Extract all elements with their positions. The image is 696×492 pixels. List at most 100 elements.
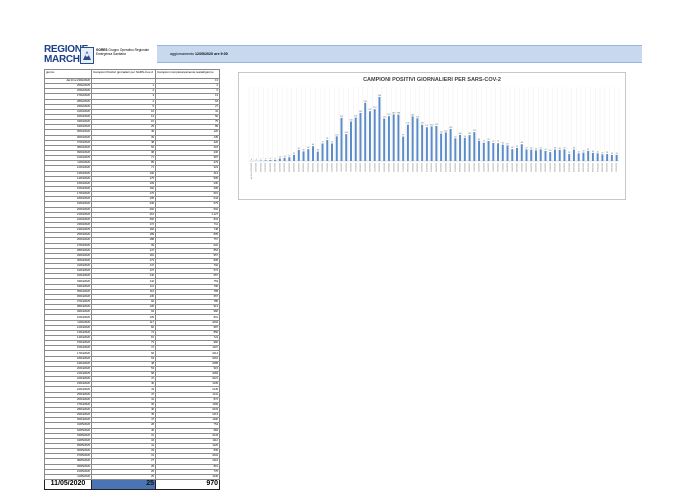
chart-bar — [563, 149, 566, 161]
chart-bar — [501, 144, 504, 161]
chart-bar — [440, 133, 443, 161]
x-tick-label: 11/04/2020 — [474, 163, 476, 172]
x-tick-label: 27/02/2020 — [265, 163, 267, 172]
x-tick-label: 07/04/2020 — [455, 163, 457, 172]
chart-bar — [340, 117, 343, 161]
x-tick-label: dal 20 al 23/02/2020 — [251, 163, 253, 179]
data-label: 25 — [611, 153, 613, 155]
x-tick-label: 26/04/2020 — [545, 163, 547, 172]
chart-bar — [383, 118, 386, 161]
header-date: giorno — [44, 69, 92, 79]
x-tick-label: 13/04/2020 — [483, 163, 485, 172]
chart-bar — [530, 149, 533, 161]
org-line-2: Emergenza Sanitaria — [96, 52, 126, 56]
x-tick-label: 05/05/2020 — [588, 163, 590, 172]
x-tick-label: 08/04/2020 — [460, 163, 462, 172]
data-label: 71 — [331, 141, 333, 143]
chart-bar — [406, 124, 409, 161]
x-tick-label: 10/03/2020 — [322, 163, 324, 172]
x-tick-label: 06/05/2020 — [593, 163, 595, 172]
x-tick-label: 14/03/2020 — [341, 163, 343, 172]
x-tick-label: 28/03/2020 — [408, 163, 410, 172]
data-label: 45 — [559, 148, 561, 150]
chart-bar — [269, 160, 272, 161]
x-tick-label: 14/04/2020 — [488, 163, 490, 172]
data-label: 85 — [326, 138, 328, 140]
chart-bar — [444, 132, 447, 161]
chart-bar — [421, 124, 424, 161]
chart-bar — [373, 109, 376, 161]
chart-bar — [568, 154, 571, 161]
x-tick-label: 22/04/2020 — [526, 163, 528, 172]
data-label: 176 — [354, 116, 357, 118]
chart-bar — [293, 154, 296, 161]
data-label: 46 — [573, 148, 575, 150]
chart-bar — [615, 154, 618, 161]
data-label: 66 — [502, 143, 504, 145]
data-label: 105 — [468, 133, 471, 135]
data-label: 13 — [284, 156, 286, 158]
update-banner — [157, 45, 642, 63]
data-label: 182 — [387, 114, 390, 116]
chart-bar — [582, 152, 585, 161]
chart-bar — [364, 102, 367, 161]
x-tick-label: 10/04/2020 — [469, 163, 471, 172]
x-tick-label: 29/03/2020 — [412, 163, 414, 172]
x-tick-label: 30/03/2020 — [417, 163, 419, 172]
x-tick-label: 06/03/2020 — [303, 163, 305, 172]
chart-bar — [520, 144, 523, 161]
data-label: 147 — [421, 123, 424, 125]
data-label: 36 — [549, 150, 551, 152]
chart-bar — [316, 151, 319, 161]
data-label: 175 — [340, 116, 343, 118]
x-tick-label: 21/03/2020 — [374, 163, 376, 172]
update-info: aggiornamento 12/05/2020 ore 9:00 — [170, 52, 228, 56]
x-tick-label: 23/04/2020 — [531, 163, 533, 172]
x-tick-label: 02/03/2020 — [284, 163, 286, 172]
x-tick-label: 01/04/2020 — [426, 163, 428, 172]
data-label: 74 — [483, 141, 485, 143]
x-tick-label: 21/04/2020 — [521, 163, 523, 172]
chart-bar — [473, 132, 476, 161]
data-label: 63 — [506, 143, 508, 145]
chart-plot: 0 dal 20 al 23/02/20201 25/02/20202 26/02/2… — [248, 87, 620, 179]
data-label: 31 — [597, 151, 599, 153]
chart-bar — [278, 158, 281, 161]
chart-bar — [459, 134, 462, 161]
x-tick-label: 01/03/2020 — [279, 163, 281, 172]
data-label: 28 — [606, 152, 608, 154]
data-label: 100 — [335, 134, 338, 136]
chart-bar — [425, 127, 428, 161]
x-tick-label: 25/04/2020 — [540, 163, 542, 172]
x-tick-label: 16/04/2020 — [498, 163, 500, 172]
x-tick-label: 26/03/2020 — [398, 163, 400, 172]
daily-samples-table: giorno Campioni Positivi giornalieri per … — [44, 69, 220, 490]
chart-bar — [326, 140, 329, 161]
chart-bar — [368, 111, 371, 161]
data-label: 195 — [359, 111, 362, 113]
x-tick-label: 04/05/2020 — [583, 163, 585, 172]
table-total-row: 11/05/2020 25 970 — [44, 478, 220, 490]
x-tick-label: 17/03/2020 — [355, 163, 357, 172]
chart-bar — [264, 160, 267, 161]
x-tick-label: 23/03/2020 — [384, 163, 386, 172]
x-tick-label: 24/04/2020 — [536, 163, 538, 172]
data-label: 5 — [275, 158, 276, 160]
chart-bar — [312, 146, 315, 161]
x-tick-label: 09/05/2020 — [607, 163, 609, 172]
total-total: 970 — [155, 478, 220, 490]
data-label: 92 — [454, 136, 456, 138]
chart-bar — [468, 135, 471, 161]
positive-samples-chart: CAMPIONI POSITIVI GIORNALIERI PER SARS-C… — [238, 72, 626, 200]
chart-bar — [331, 143, 334, 161]
data-label: 116 — [444, 130, 447, 132]
chart-bar — [511, 149, 514, 161]
total-date: 11/05/2020 — [44, 478, 92, 490]
chart-bar — [454, 138, 457, 161]
header-positive: Campioni Positivi giornalieri per SARS-C… — [91, 69, 156, 79]
x-tick-label: 03/05/2020 — [578, 163, 580, 172]
x-tick-label: 02/05/2020 — [574, 163, 576, 172]
x-tick-label: 27/04/2020 — [550, 163, 552, 172]
chart-bar — [587, 150, 590, 161]
header-total: Campioni complessivamente testati/giorno — [155, 69, 220, 79]
